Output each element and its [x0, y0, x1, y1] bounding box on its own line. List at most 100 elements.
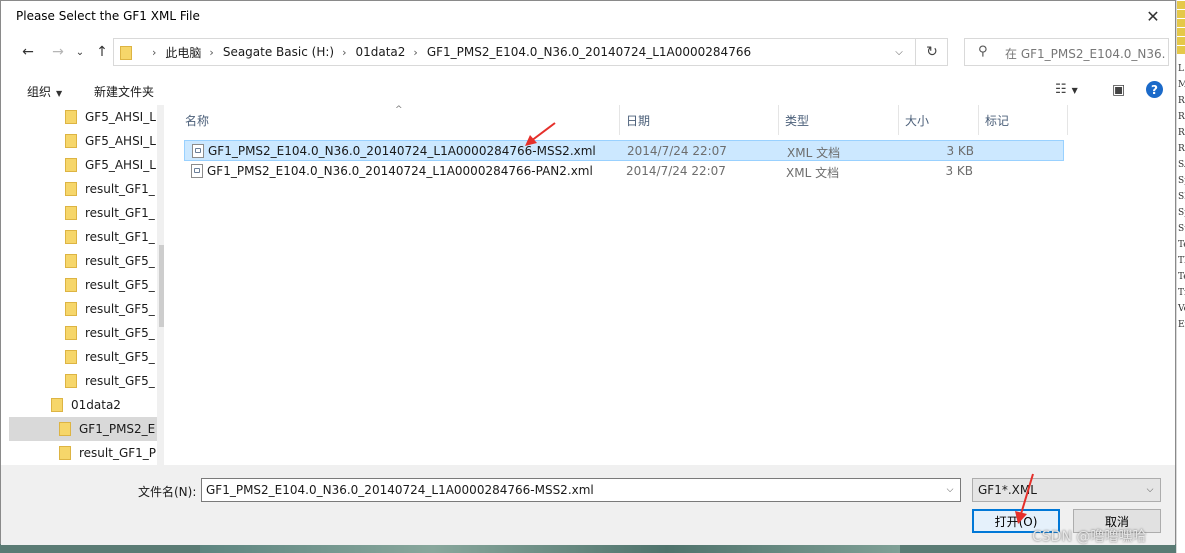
folder-icon	[65, 230, 77, 244]
close-icon[interactable]: ✕	[1131, 1, 1175, 31]
tree-item[interactable]: result_GF5_	[9, 369, 157, 393]
search-placeholder[interactable]: 在 GF1_PMS2_E104.0_N36....	[1005, 45, 1165, 62]
tree-item[interactable]: result_GF5_	[9, 273, 157, 297]
dropdown-arrow-icon: ▼	[56, 89, 63, 98]
help-icon[interactable]: ?	[1146, 81, 1163, 98]
address-dropdown-icon[interactable]: ⌵	[884, 39, 914, 65]
scrollbar-thumb[interactable]	[159, 245, 164, 327]
column-header-size[interactable]: 大小	[905, 105, 929, 135]
breadcrumb-item[interactable]: Seagate Basic (H:)	[223, 45, 334, 59]
tree-item-label: result_GF5_	[85, 326, 155, 340]
tree-item[interactable]: result_GF5_	[9, 321, 157, 345]
background-tab	[1177, 37, 1185, 45]
column-header-name[interactable]: 名称	[185, 105, 209, 135]
tree-item-label: GF1_PMS2_E	[79, 422, 156, 436]
breadcrumb-separator-icon[interactable]: ›	[209, 46, 213, 59]
navigation-scrollbar[interactable]	[157, 105, 164, 465]
tree-item[interactable]: result_GF1_P	[9, 441, 157, 465]
background-tab	[1177, 19, 1185, 27]
tree-item[interactable]: result_GF1_	[9, 225, 157, 249]
tree-item[interactable]: result_GF5_	[9, 345, 157, 369]
new-folder-button[interactable]: 新建文件夹	[94, 83, 154, 100]
breadcrumb-separator-icon[interactable]: ›	[342, 46, 346, 59]
tree-item-label: GF5_AHSI_L	[85, 110, 156, 124]
file-name: GF1_PMS2_E104.0_N36.0_20140724_L1A000028…	[207, 164, 593, 178]
dropdown-arrow-icon: ▼	[1071, 86, 1078, 95]
folder-icon	[65, 254, 77, 268]
column-separator[interactable]	[778, 105, 779, 135]
folder-icon	[65, 158, 77, 172]
column-header-tags[interactable]: 标记	[985, 105, 1009, 135]
filename-dropdown-icon[interactable]: ⌵	[940, 479, 960, 501]
watermark: CSDN @噜噜嘿哈	[1032, 529, 1147, 545]
tree-item-label: result_GF5_	[85, 302, 155, 316]
file-row[interactable]: GF1_PMS2_E104.0_N36.0_20140724_L1A000028…	[184, 140, 1064, 161]
file-date: 2014/7/24 22:07	[626, 164, 726, 178]
organize-button[interactable]: 组织 ▼	[27, 83, 62, 100]
search-icon: ⚲	[978, 44, 988, 59]
tree-item[interactable]: result_GF1_	[9, 201, 157, 225]
tree-item[interactable]: result_GF5_	[9, 297, 157, 321]
background-tab	[1177, 1, 1185, 9]
file-type: XML 文档	[786, 166, 840, 180]
background-label: Re	[1178, 128, 1185, 138]
folder-icon	[65, 206, 77, 220]
tree-item[interactable]: result_GF1_	[9, 177, 157, 201]
background-label: Sp	[1178, 208, 1185, 218]
tree-item[interactable]: 01data2	[9, 393, 157, 417]
breadcrumb-separator-icon[interactable]: ›	[152, 46, 156, 59]
background-label: Te	[1178, 240, 1185, 250]
file-size: 3 KB	[945, 164, 973, 178]
column-separator[interactable]	[898, 105, 899, 135]
tree-item[interactable]: GF5_AHSI_L	[9, 129, 157, 153]
background-window-strip: L: Me Re Re Re Re SA Sp SI Sp St Te Th Te Tr Ve Ex	[1176, 0, 1185, 553]
folder-icon	[59, 422, 71, 436]
background-image-strip	[200, 544, 900, 553]
tree-item-label: result_GF5_	[85, 254, 155, 268]
preview-pane-icon[interactable]: ▣	[1112, 82, 1125, 98]
address-bar[interactable]: › 此电脑 › Seagate Basic (H:) › 01data2 › GF1_PMS2…	[113, 38, 948, 66]
back-arrow-icon[interactable]: ←	[17, 41, 39, 63]
background-tab	[1177, 10, 1185, 18]
change-view-icon[interactable]: ☷ ▼	[1055, 82, 1078, 97]
search-box[interactable]: ⚲ 在 GF1_PMS2_E104.0_N36....	[964, 38, 1169, 66]
breadcrumb-item[interactable]: 01data2	[355, 45, 405, 59]
column-separator[interactable]	[978, 105, 979, 135]
folder-icon	[120, 46, 132, 60]
background-label: L:	[1178, 64, 1185, 74]
tree-item-label: result_GF1_	[85, 182, 155, 196]
filename-label: 文件名(N):	[138, 485, 197, 499]
breadcrumb-separator-icon[interactable]: ›	[413, 46, 417, 59]
tree-item[interactable]: GF5_AHSI_L	[9, 153, 157, 177]
folder-icon	[65, 110, 77, 124]
dialog-footer: 文件名(N): GF1_PMS2_E104.0_N36.0_20140724_L…	[1, 465, 1175, 545]
folder-icon	[51, 398, 63, 412]
background-label: Th	[1178, 256, 1185, 266]
breadcrumb-item[interactable]: GF1_PMS2_E104.0_N36.0_20140724_L1A000028…	[427, 45, 751, 59]
background-label: SA	[1178, 160, 1185, 170]
filename-field[interactable]: GF1_PMS2_E104.0_N36.0_20140724_L1A000028…	[201, 478, 961, 502]
file-size: 3 KB	[946, 144, 974, 158]
file-type-filter[interactable]: GF1*.XML ⌵	[972, 478, 1161, 502]
column-separator[interactable]	[619, 105, 620, 135]
tree-item[interactable]: GF5_AHSI_L	[9, 105, 157, 129]
background-label: Ex	[1178, 320, 1185, 330]
breadcrumb-item[interactable]: 此电脑	[165, 44, 201, 61]
tree-item-label: result_GF5_	[85, 278, 155, 292]
tree-item[interactable]: GF1_PMS2_E	[9, 417, 157, 441]
filename-value[interactable]: GF1_PMS2_E104.0_N36.0_20140724_L1A000028…	[206, 483, 594, 497]
folder-icon	[65, 374, 77, 388]
folder-icon	[65, 182, 77, 196]
forward-arrow-icon[interactable]: →	[47, 41, 69, 63]
file-type: XML 文档	[787, 146, 841, 160]
tree-item[interactable]: result_GF5_	[9, 249, 157, 273]
up-arrow-icon[interactable]: ↑	[91, 41, 113, 63]
column-separator[interactable]	[1067, 105, 1068, 135]
background-label: St	[1178, 224, 1185, 234]
filter-dropdown-icon[interactable]: ⌵	[1140, 479, 1160, 501]
refresh-icon[interactable]: ↻	[915, 39, 948, 65]
column-header-date[interactable]: 日期	[626, 105, 650, 135]
recent-locations-chevron-icon[interactable]: ⌄	[69, 41, 91, 63]
column-header-type[interactable]: 类型	[785, 105, 809, 135]
file-row[interactable]: GF1_PMS2_E104.0_N36.0_20140724_L1A000028…	[184, 161, 1064, 182]
